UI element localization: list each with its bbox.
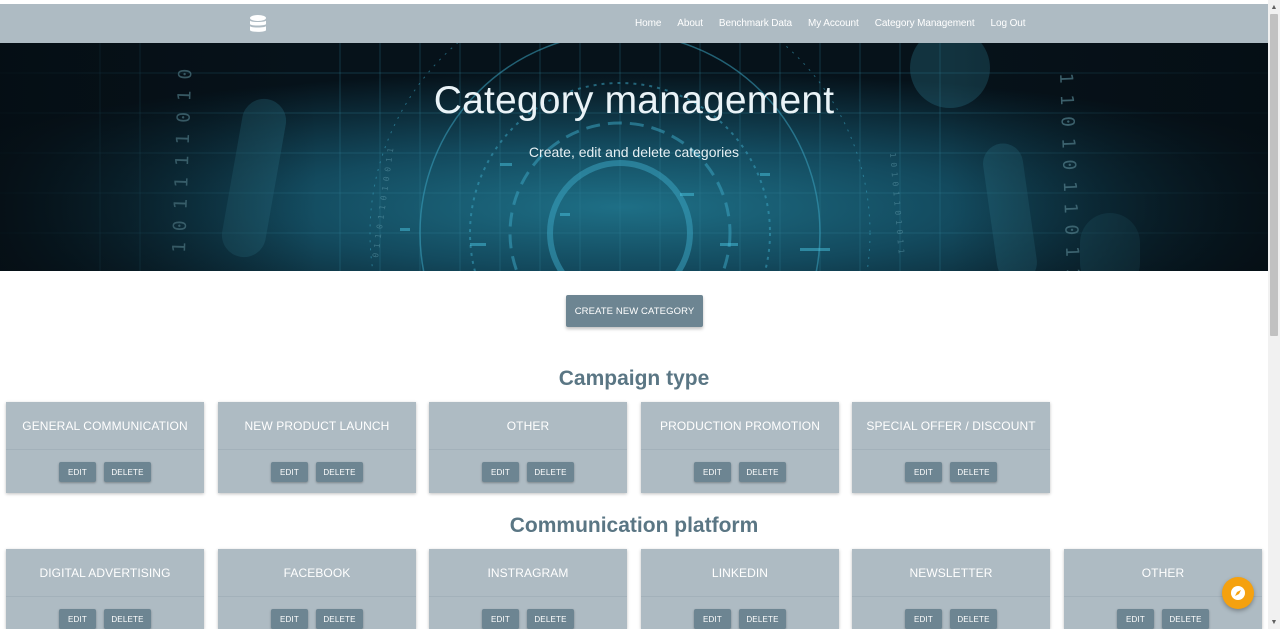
scroll-down-arrow-icon[interactable]: ▼ bbox=[1268, 617, 1280, 629]
compass-icon bbox=[1231, 586, 1245, 600]
create-new-category-button[interactable]: CREATE NEW CATEGORY bbox=[566, 295, 703, 327]
category-name: FACEBOOK bbox=[218, 549, 416, 597]
category-name: NEWSLETTER bbox=[852, 549, 1050, 597]
category-name: GENERAL COMMUNICATION bbox=[6, 402, 204, 450]
edit-button[interactable]: EDIT bbox=[482, 462, 519, 482]
edit-button[interactable]: EDIT bbox=[271, 462, 308, 482]
delete-button[interactable]: DELETE bbox=[1162, 609, 1209, 629]
delete-button[interactable]: DELETE bbox=[527, 462, 574, 482]
card-actions: EDIT DELETE bbox=[218, 609, 416, 629]
delete-button[interactable]: DELETE bbox=[950, 609, 997, 629]
edit-button[interactable]: EDIT bbox=[694, 462, 731, 482]
card-actions: EDIT DELETE bbox=[6, 609, 204, 629]
category-card: PRODUCTION PROMOTION EDIT DELETE bbox=[641, 402, 839, 493]
delete-button[interactable]: DELETE bbox=[104, 609, 151, 629]
category-card: DIGITAL ADVERTISING EDIT DELETE bbox=[6, 549, 204, 629]
edit-button[interactable]: EDIT bbox=[1117, 609, 1154, 629]
section-title-campaign-type: Campaign type bbox=[558, 367, 710, 390]
section-title-communication-platform: Communication platform bbox=[509, 514, 759, 537]
category-name: INSTRAGRAM bbox=[429, 549, 627, 597]
category-card: LINKEDIN EDIT DELETE bbox=[641, 549, 839, 629]
category-name: PRODUCTION PROMOTION bbox=[641, 402, 839, 450]
database-icon[interactable] bbox=[248, 14, 268, 34]
page-title: Category management bbox=[433, 79, 835, 122]
category-name: DIGITAL ADVERTISING bbox=[6, 549, 204, 597]
category-card: SPECIAL OFFER / DISCOUNT EDIT DELETE bbox=[852, 402, 1050, 493]
delete-button[interactable]: DELETE bbox=[527, 609, 574, 629]
delete-button[interactable]: DELETE bbox=[316, 462, 363, 482]
category-name: LINKEDIN bbox=[641, 549, 839, 597]
nav-category-management[interactable]: Category Management bbox=[875, 18, 975, 29]
card-actions: EDIT DELETE bbox=[1064, 609, 1262, 629]
hero-banner: 1 0 1 1 1 1 0 1 0 1 1 0 1 0 1 1 0 1 1 1 … bbox=[0, 43, 1268, 271]
nav-home[interactable]: Home bbox=[635, 18, 661, 29]
edit-button[interactable]: EDIT bbox=[59, 609, 96, 629]
scroll-up-arrow-icon[interactable]: ▲ bbox=[1268, 2, 1280, 14]
card-actions: EDIT DELETE bbox=[429, 609, 627, 629]
category-card: NEW PRODUCT LAUNCH EDIT DELETE bbox=[218, 402, 416, 493]
category-name: OTHER bbox=[429, 402, 627, 450]
nav-about[interactable]: About bbox=[677, 18, 703, 29]
card-actions: EDIT DELETE bbox=[429, 462, 627, 482]
delete-button[interactable]: DELETE bbox=[739, 609, 786, 629]
edit-button[interactable]: EDIT bbox=[905, 462, 942, 482]
delete-button[interactable]: DELETE bbox=[316, 609, 363, 629]
floating-action-button[interactable] bbox=[1222, 577, 1254, 609]
card-actions: EDIT DELETE bbox=[852, 609, 1050, 629]
category-name: NEW PRODUCT LAUNCH bbox=[218, 402, 416, 450]
category-card: INSTRAGRAM EDIT DELETE bbox=[429, 549, 627, 629]
vertical-scrollbar[interactable]: ▲ ▼ bbox=[1268, 0, 1280, 629]
nav-my-account[interactable]: My Account bbox=[808, 18, 859, 29]
page-subtitle: Create, edit and delete categories bbox=[528, 144, 740, 160]
delete-button[interactable]: DELETE bbox=[950, 462, 997, 482]
card-actions: EDIT DELETE bbox=[6, 462, 204, 482]
category-card: OTHER EDIT DELETE bbox=[429, 402, 627, 493]
edit-button[interactable]: EDIT bbox=[59, 462, 96, 482]
category-card: GENERAL COMMUNICATION EDIT DELETE bbox=[6, 402, 204, 493]
category-card: FACEBOOK EDIT DELETE bbox=[218, 549, 416, 629]
delete-button[interactable]: DELETE bbox=[739, 462, 786, 482]
edit-button[interactable]: EDIT bbox=[694, 609, 731, 629]
nav-log-out[interactable]: Log Out bbox=[991, 18, 1026, 29]
edit-button[interactable]: EDIT bbox=[271, 609, 308, 629]
edit-button[interactable]: EDIT bbox=[905, 609, 942, 629]
delete-button[interactable]: DELETE bbox=[104, 462, 151, 482]
card-actions: EDIT DELETE bbox=[641, 609, 839, 629]
edit-button[interactable]: EDIT bbox=[482, 609, 519, 629]
scrollbar-thumb[interactable] bbox=[1270, 14, 1278, 336]
category-card: NEWSLETTER EDIT DELETE bbox=[852, 549, 1050, 629]
nav-benchmark-data[interactable]: Benchmark Data bbox=[719, 18, 792, 29]
card-actions: EDIT DELETE bbox=[218, 462, 416, 482]
card-actions: EDIT DELETE bbox=[641, 462, 839, 482]
card-actions: EDIT DELETE bbox=[852, 462, 1050, 482]
nav-links: Home About Benchmark Data My Account Cat… bbox=[627, 4, 1033, 43]
navbar: Home About Benchmark Data My Account Cat… bbox=[0, 4, 1268, 43]
category-name: SPECIAL OFFER / DISCOUNT bbox=[852, 402, 1050, 450]
